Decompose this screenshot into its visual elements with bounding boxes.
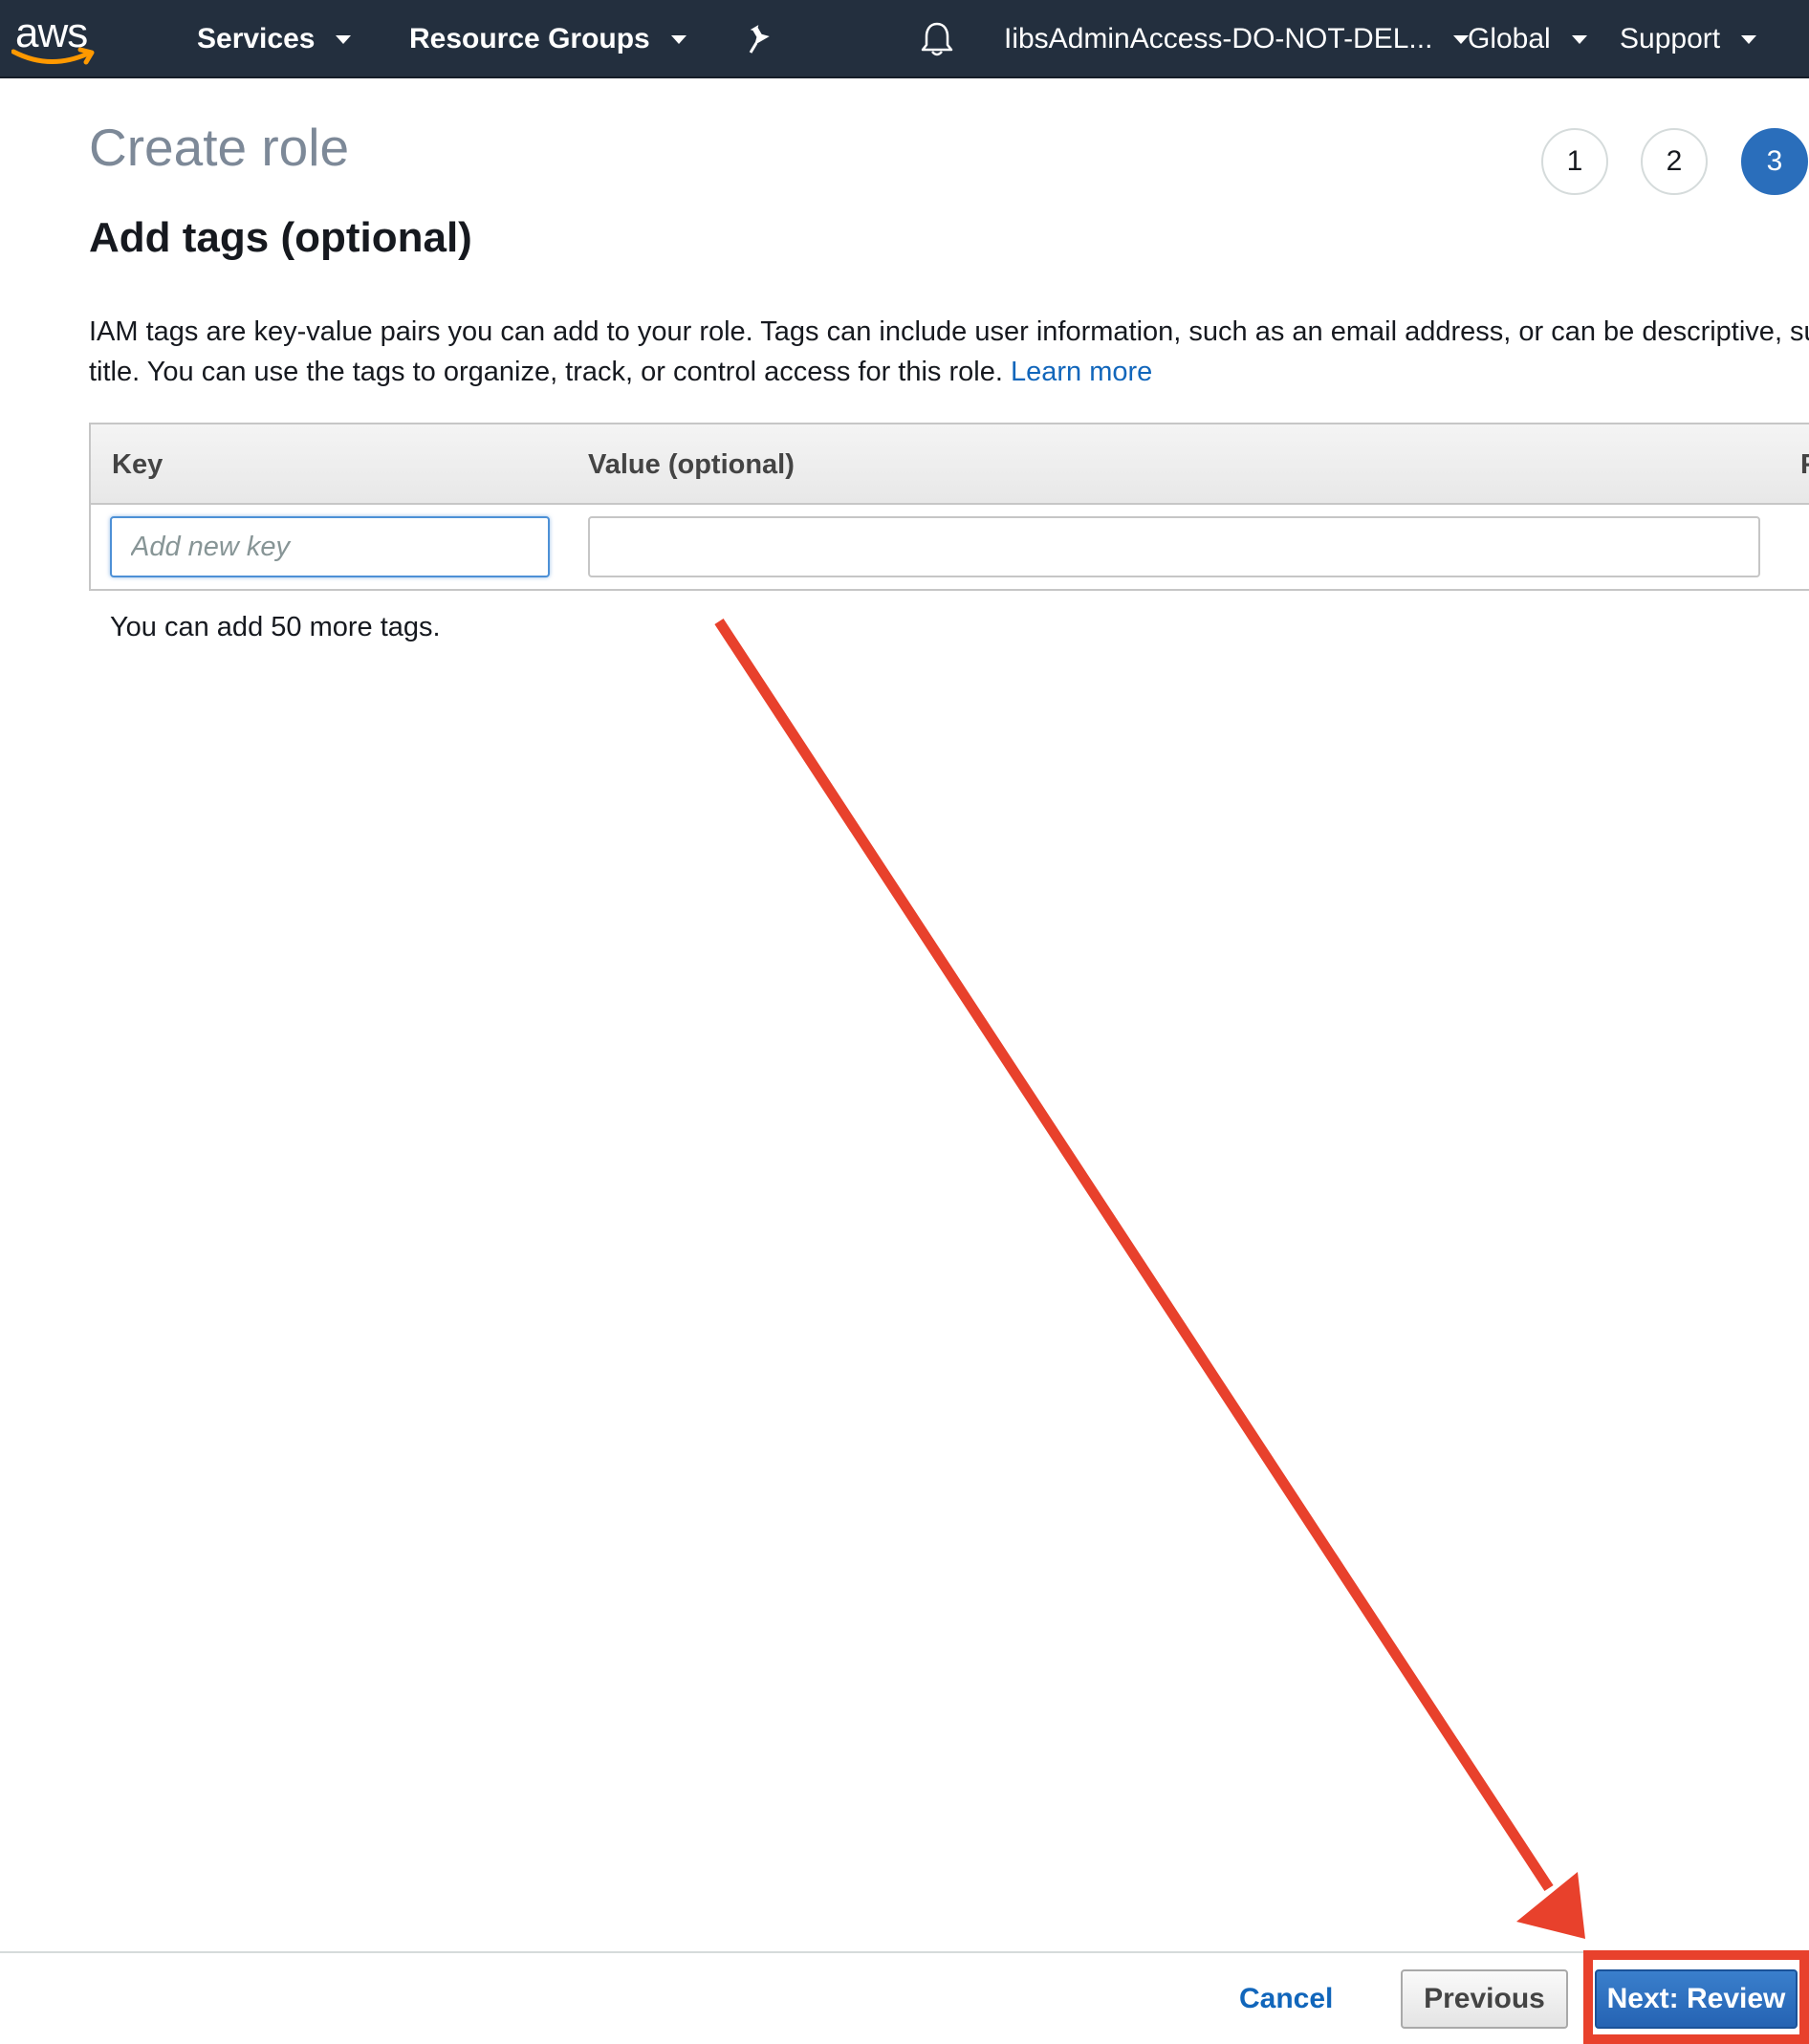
annotation-arrow-icon [714,618,1585,1939]
aws-smile-icon [11,47,95,65]
account-label: IibsAdminAccess-DO-NOT-DEL... [1004,23,1433,54]
tags-remaining-text: You can add 50 more tags. [110,612,441,642]
step-3-active[interactable]: 3 [1741,128,1808,195]
column-header-value: Value (optional) [588,448,795,480]
account-menu[interactable]: IibsAdminAccess-DO-NOT-DEL... [1004,0,1470,78]
cancel-button[interactable]: Cancel [1239,1969,1333,2029]
description: IAM tags are key-value pairs you can add… [89,312,1809,392]
next-review-button[interactable]: Next: Review [1595,1969,1798,2029]
description-line-1: IAM tags are key-value pairs you can add… [89,316,1809,347]
column-header-key: Key [112,448,163,480]
pin-icon[interactable] [746,0,774,78]
aws-logo[interactable]: aws [11,10,98,67]
top-navigation-bar: aws Services Resource Groups IibsAdminAc… [0,0,1809,78]
support-label: Support [1620,23,1721,54]
services-menu[interactable]: Services [197,0,352,78]
chevron-down-icon [1571,34,1587,44]
chevron-down-icon [336,34,352,44]
chevron-down-icon [670,34,687,44]
support-menu[interactable]: Support [1620,0,1757,78]
tags-table: Key Value (optional) F [89,423,1809,591]
tags-table-header: Key Value (optional) F [91,424,1809,505]
tag-key-input[interactable] [110,516,550,577]
resource-groups-menu[interactable]: Resource Groups [409,0,687,78]
chevron-down-icon [1741,34,1757,44]
description-line-2-text: title. You can use the tags to organize,… [89,357,1003,387]
resource-groups-label: Resource Groups [409,23,650,54]
step-2[interactable]: 2 [1641,128,1708,195]
learn-more-link[interactable]: Learn more [1011,357,1152,387]
step-1[interactable]: 1 [1541,128,1608,195]
column-header-truncated: F [1800,448,1809,480]
page-title: Create role [89,118,350,177]
services-label: Services [197,23,316,54]
description-line-2: title. You can use the tags to organize,… [89,352,1809,392]
previous-button[interactable]: Previous [1401,1969,1568,2029]
bell-icon[interactable] [920,0,954,78]
tag-value-input[interactable] [588,516,1760,577]
region-menu[interactable]: Global [1468,0,1587,78]
region-label: Global [1468,23,1551,54]
section-title: Add tags (optional) [89,214,472,261]
